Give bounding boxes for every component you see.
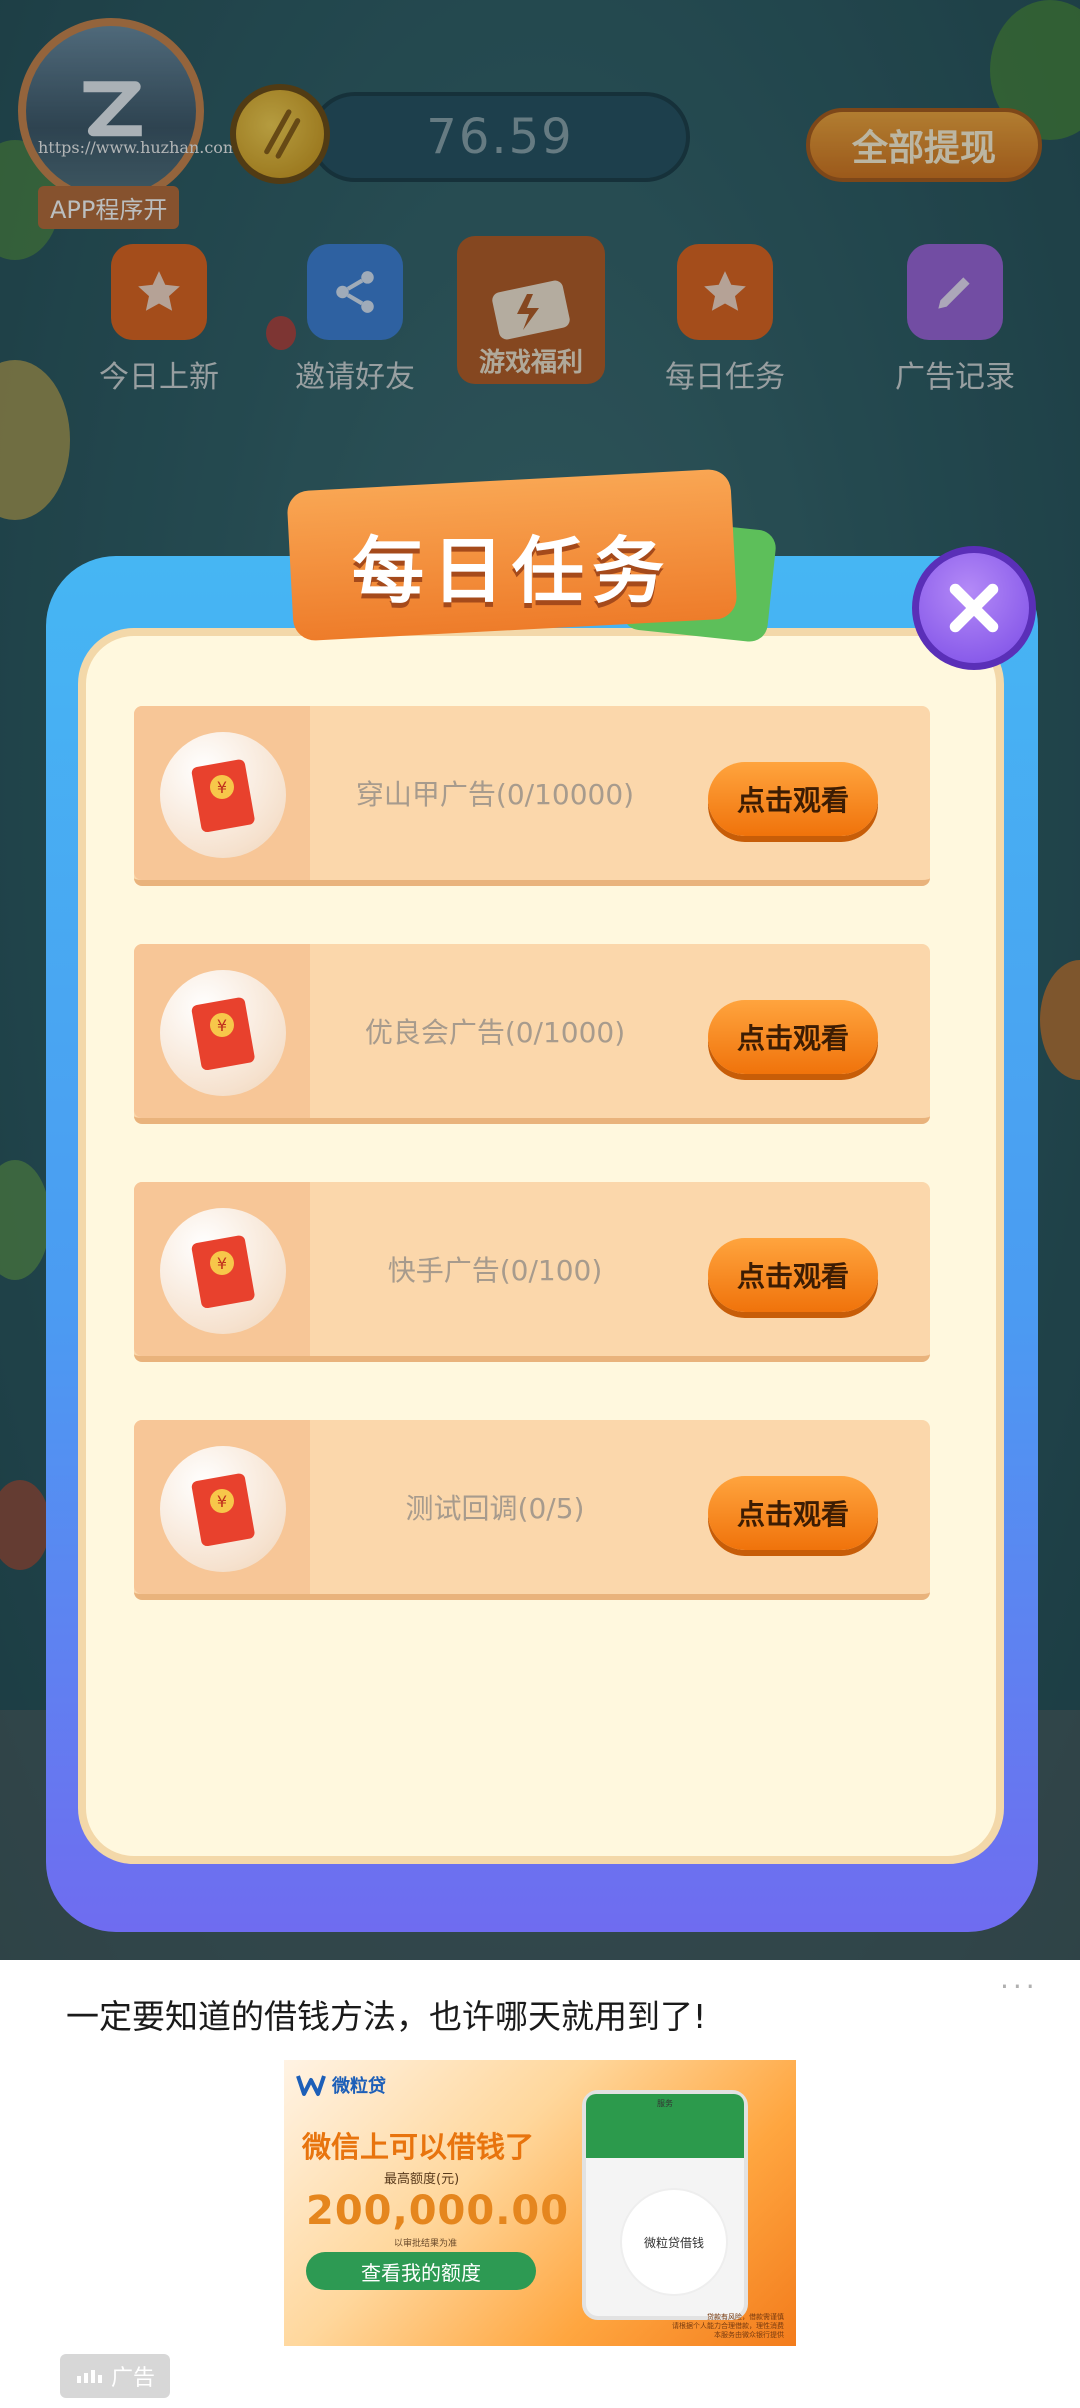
close-button[interactable] — [912, 546, 1036, 670]
task-row: ¥ 穿山甲广告(0/10000) 点击观看 — [134, 706, 930, 886]
watch-button[interactable]: 点击观看 — [708, 762, 878, 836]
svg-text:¥: ¥ — [217, 778, 227, 797]
ad-tag-label: 广告 — [110, 2366, 155, 2391]
red-envelope-icon: ¥ — [160, 732, 286, 858]
ad-more-button[interactable]: ··· — [1000, 1970, 1039, 2003]
ad-brand: 微粒贷 — [296, 2072, 386, 2098]
task-icon-area: ¥ — [134, 1420, 310, 1594]
task-row: ¥ 优良会广告(0/1000) 点击观看 — [134, 944, 930, 1124]
ad-cta-button[interactable]: 查看我的额度 — [306, 2252, 536, 2290]
task-row: ¥ 测试回调(0/5) 点击观看 — [134, 1420, 930, 1600]
red-envelope-icon: ¥ — [160, 1446, 286, 1572]
watch-button[interactable]: 点击观看 — [708, 1238, 878, 1312]
svg-text:¥: ¥ — [217, 1254, 227, 1273]
ad-small-note: 以审批结果为准 — [394, 2239, 458, 2249]
ad-tag: 广告 — [60, 2354, 170, 2398]
task-icon-area: ¥ — [134, 706, 310, 880]
phone-mockup: 服务 微粒贷借钱 — [582, 2090, 748, 2320]
task-name: 测试回调(0/5) — [405, 1492, 585, 1525]
watch-button[interactable]: 点击观看 — [708, 1000, 878, 1074]
close-icon — [949, 583, 999, 633]
ad-banner[interactable]: 微粒贷 微信上可以借钱了 最高额度(元) 200,000.00 以审批结果为准 … — [284, 2060, 796, 2346]
red-envelope-icon: ¥ — [160, 970, 286, 1096]
brand-w-icon — [296, 2075, 326, 2096]
ad-headline[interactable]: 一定要知道的借钱方法，也许哪天就用到了! — [66, 1990, 706, 2038]
ad-banner-title: 微信上可以借钱了 — [302, 2130, 535, 2164]
task-row: ¥ 快手广告(0/100) 点击观看 — [134, 1182, 930, 1362]
task-icon-area: ¥ — [134, 944, 310, 1118]
task-name: 穿山甲广告(0/10000) — [355, 778, 635, 811]
ad-brand-name: 微粒贷 — [332, 2076, 386, 2097]
phone-top-text: 服务 — [657, 2099, 673, 2108]
ad-disclaimer: 贷款有风险，借款需谨慎 请根据个人能力合理借款，理性消费 本服务由微众银行提供 — [672, 2313, 784, 2339]
red-envelope-icon: ¥ — [160, 1208, 286, 1334]
task-name: 优良会广告(0/1000) — [364, 1016, 626, 1049]
watch-button[interactable]: 点击观看 — [708, 1476, 878, 1550]
svg-text:¥: ¥ — [217, 1016, 227, 1035]
modal-title: 每日任务 — [351, 529, 672, 613]
ad-signal-icon — [76, 2370, 102, 2383]
phone-circle-label: 微粒贷借钱 — [620, 2188, 728, 2296]
ad-limit-label: 最高额度(元) — [384, 2172, 460, 2187]
task-icon-area: ¥ — [134, 1182, 310, 1356]
ad-amount: 200,000.00 — [306, 2188, 570, 2234]
task-name: 快手广告(0/100) — [387, 1254, 603, 1287]
svg-text:¥: ¥ — [217, 1492, 227, 1511]
